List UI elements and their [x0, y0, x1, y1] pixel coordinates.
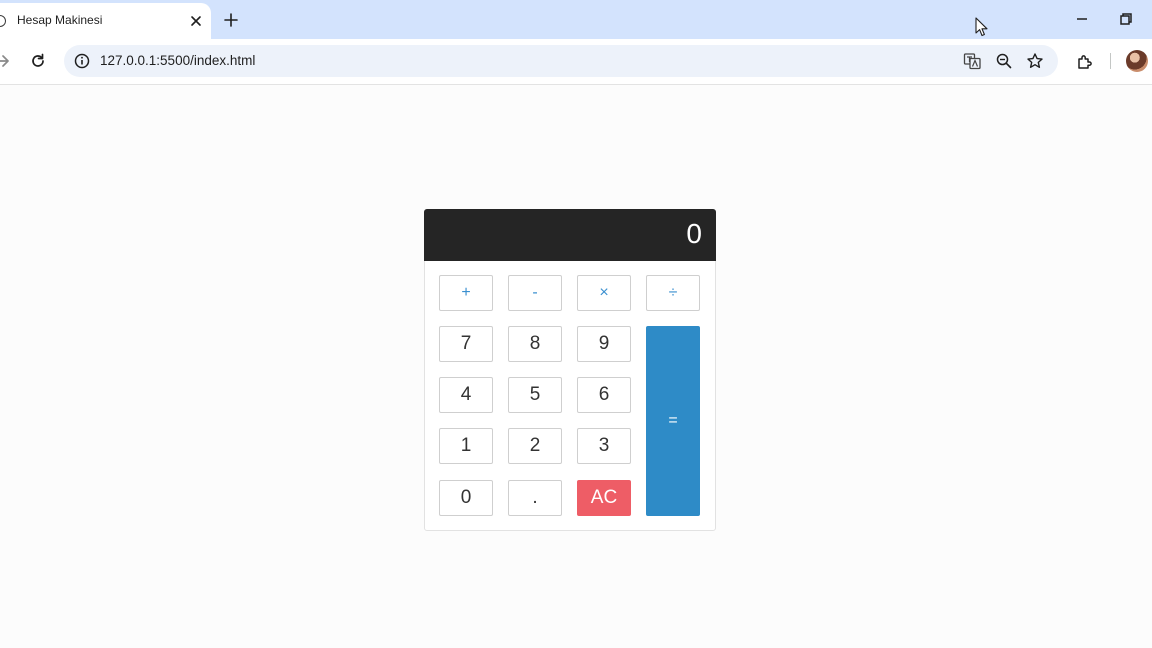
forward-icon[interactable] [0, 50, 14, 72]
plus-button[interactable]: + [439, 275, 493, 311]
translate-icon[interactable] [962, 51, 982, 71]
digit-4-button[interactable]: 4 [439, 377, 493, 413]
mouse-cursor-icon [975, 17, 988, 37]
tab-title: Hesap Makinesi [17, 13, 103, 27]
restore-icon[interactable] [1115, 8, 1137, 30]
close-icon[interactable] [186, 11, 206, 31]
equals-button[interactable]: = [646, 326, 700, 516]
browser-toolbar: 127.0.0.1:5500/index.html [0, 39, 1152, 85]
digit-5-button[interactable]: 5 [508, 377, 562, 413]
digit-7-button[interactable]: 7 [439, 326, 493, 362]
toolbar-divider [1110, 53, 1111, 69]
url-text[interactable]: 127.0.0.1:5500/index.html [100, 53, 255, 68]
minus-button[interactable]: - [508, 275, 562, 311]
digit-6-button[interactable]: 6 [577, 377, 631, 413]
minimize-icon[interactable] [1071, 8, 1093, 30]
display-value: 0 [686, 218, 702, 249]
extensions-icon[interactable] [1074, 51, 1096, 73]
new-tab-icon[interactable] [220, 9, 242, 31]
bookmark-star-icon[interactable] [1025, 51, 1045, 71]
decimal-button[interactable]: . [508, 480, 562, 516]
site-info-icon[interactable] [72, 51, 92, 71]
all-clear-button[interactable]: AC [577, 480, 631, 516]
browser-tab[interactable]: Hesap Makinesi [0, 3, 211, 39]
multiply-button[interactable]: × [577, 275, 631, 311]
digit-2-button[interactable]: 2 [508, 428, 562, 464]
globe-icon [0, 15, 6, 27]
profile-avatar[interactable] [1126, 50, 1148, 72]
digit-0-button[interactable]: 0 [439, 480, 493, 516]
reload-icon[interactable] [27, 50, 49, 72]
calculator-display: 0 [424, 209, 716, 261]
digit-1-button[interactable]: 1 [439, 428, 493, 464]
digit-3-button[interactable]: 3 [577, 428, 631, 464]
zoom-out-icon[interactable] [994, 51, 1014, 71]
divide-button[interactable]: ÷ [646, 275, 700, 311]
digit-9-button[interactable]: 9 [577, 326, 631, 362]
address-bar[interactable]: 127.0.0.1:5500/index.html [64, 45, 1058, 77]
digit-8-button[interactable]: 8 [508, 326, 562, 362]
calculator: 0 + - × ÷ 7 8 9 4 5 6 1 2 3 0 . AC = [424, 209, 716, 531]
